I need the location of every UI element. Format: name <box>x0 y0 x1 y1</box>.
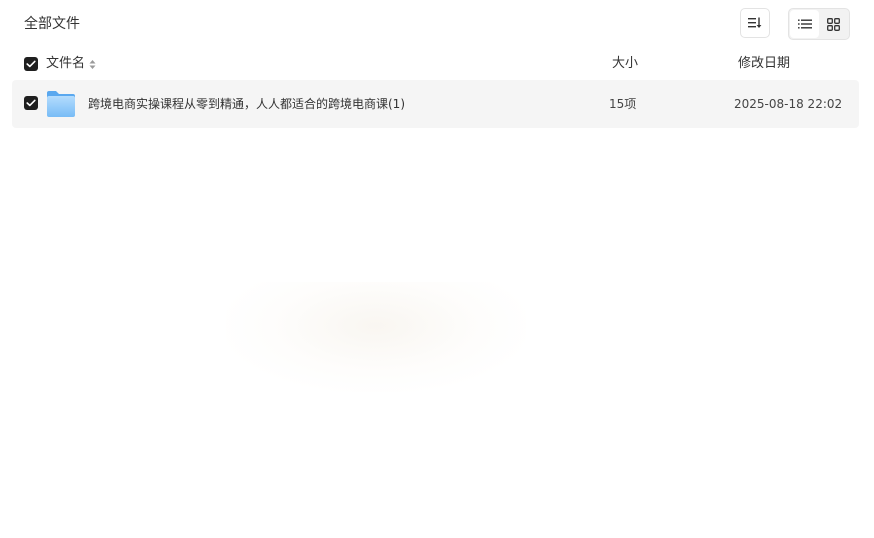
check-icon <box>26 99 36 107</box>
file-browser: 全部文件 文件名 大小 修改日期 跨境电商实操课程从零到精通，人人都适合的跨境电… <box>0 0 874 538</box>
column-header-row: 文件名 大小 修改日期 <box>0 48 874 80</box>
breadcrumb[interactable]: 全部文件 <box>24 14 80 34</box>
sort-caret-icon <box>89 58 96 70</box>
column-name-label: 文件名 <box>46 56 86 71</box>
list-view-icon <box>797 19 812 29</box>
column-date-header[interactable]: 修改日期 <box>738 55 790 73</box>
file-size: 15项 <box>609 97 637 111</box>
select-all-checkbox[interactable] <box>24 57 38 71</box>
check-icon <box>26 60 36 68</box>
column-name-header[interactable]: 文件名 <box>46 55 96 73</box>
row-checkbox[interactable] <box>24 96 38 110</box>
sort-list-icon <box>748 17 762 28</box>
sort-button[interactable] <box>740 8 770 38</box>
background-decoration <box>226 282 526 392</box>
list-view-button[interactable] <box>790 10 819 38</box>
file-modified-date: 2025-08-18 22:02 <box>734 97 843 111</box>
column-size-header[interactable]: 大小 <box>612 55 638 73</box>
grid-view-icon <box>827 17 840 31</box>
file-name[interactable]: 跨境电商实操课程从零到精通，人人都适合的跨境电商课(1) <box>88 95 405 113</box>
toolbar: 全部文件 <box>0 0 874 48</box>
view-mode-toggle <box>788 8 850 40</box>
table-row[interactable]: 跨境电商实操课程从零到精通，人人都适合的跨境电商课(1) 15项 2025-08… <box>12 80 859 128</box>
folder-icon <box>47 91 75 117</box>
grid-view-button[interactable] <box>819 10 848 38</box>
file-list-empty-area <box>0 128 874 538</box>
